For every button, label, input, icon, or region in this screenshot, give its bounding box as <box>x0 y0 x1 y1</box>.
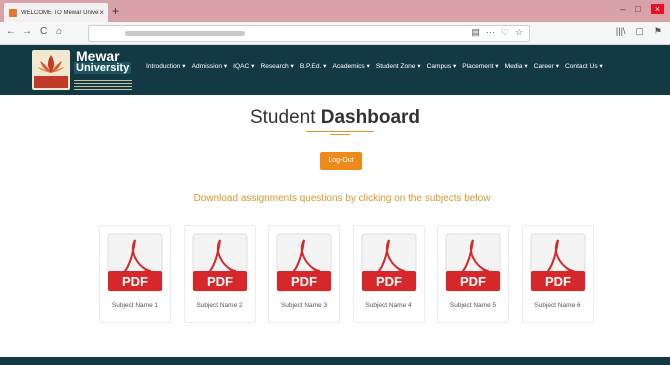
pdf-file-icon[interactable]: PDF <box>107 233 163 292</box>
tab-close-icon[interactable]: × <box>99 8 104 17</box>
close-window-button[interactable]: × <box>650 4 664 14</box>
maximize-button[interactable]: □ <box>635 4 640 14</box>
instruction-text: Download assignments questions by clicki… <box>193 193 491 204</box>
site-header: Mewar University Introduction ▾ Admissio… <box>0 45 670 95</box>
pdf-badge-text: PDF <box>122 274 148 289</box>
menu-research[interactable]: Research ▾ <box>260 62 293 70</box>
pdf-badge-text: PDF <box>545 274 571 289</box>
title-bold: Dashboard <box>320 107 421 128</box>
subject-card-2[interactable]: PDF Subject Name 2 <box>183 225 256 323</box>
menu-admission[interactable]: Admission ▾ <box>192 62 228 70</box>
menu-iqac[interactable]: IQAC ▾ <box>233 62 254 70</box>
subject-list: PDF Subject Name 1 PDF Subject Name 2 PD… <box>99 225 606 323</box>
pdf-badge-text: PDF <box>207 274 233 289</box>
menu-bped[interactable]: B.P.Ed. ▾ <box>300 62 327 70</box>
menu-media[interactable]: Media ▾ <box>505 62 528 70</box>
title-underline <box>306 131 374 132</box>
back-button[interactable]: ← <box>6 26 16 37</box>
url-actions: ▤ ··· ♡ ☆ <box>471 27 523 38</box>
new-tab-button[interactable]: + <box>112 3 119 19</box>
lotus-emblem-icon <box>37 55 65 73</box>
sidebar-icon[interactable]: ▢ <box>635 26 644 37</box>
home-button[interactable]: ⌂ <box>56 26 62 37</box>
browser-nav-bar: ← → C ⌂ ▤ ··· ♡ ☆ |||\ ▢ ⚑ <box>0 22 670 45</box>
logo-emblem <box>32 50 70 90</box>
title-light: Student <box>249 107 321 128</box>
toolbar-right: |||\ ▢ ⚑ <box>616 26 662 37</box>
address-bar[interactable]: ▤ ··· ♡ ☆ <box>88 25 530 42</box>
site-footer <box>0 357 670 365</box>
window-controls: – □ × <box>620 4 664 14</box>
main-menu: Introduction ▾ Admission ▾ IQAC ▾ Resear… <box>146 62 609 70</box>
menu-academics[interactable]: Academics ▾ <box>332 62 369 70</box>
browser-tab[interactable]: WELCOME TO Mewar Univers × <box>4 3 108 22</box>
pdf-file-icon[interactable]: PDF <box>276 233 332 292</box>
menu-placement[interactable]: Placement ▾ <box>462 62 498 70</box>
subject-name: Subject Name 4 <box>365 302 412 309</box>
subject-name: Subject Name 6 <box>534 302 581 309</box>
subject-name: Subject Name 2 <box>196 302 243 309</box>
subject-name: Subject Name 5 <box>449 302 497 309</box>
menu-student-zone[interactable]: Student Zone ▾ <box>376 62 421 70</box>
subject-card-3[interactable]: PDF Subject Name 3 <box>268 225 340 323</box>
reader-icon[interactable]: ▤ <box>471 27 480 38</box>
reload-button[interactable]: C <box>40 26 47 37</box>
more-icon[interactable]: ··· <box>486 27 495 38</box>
logo-ribbon <box>34 76 68 88</box>
browser-tab-bar: WELCOME TO Mewar Univers × + – □ × <box>0 0 670 22</box>
subject-card-1[interactable]: PDF Subject Name 1 <box>99 225 171 323</box>
bookmark-star-icon[interactable]: ☆ <box>515 27 523 38</box>
subject-name: Subject Name 1 <box>111 302 159 309</box>
menu-career[interactable]: Career ▾ <box>534 62 559 70</box>
subject-card-6[interactable]: PDF Subject Name 6 <box>521 225 594 323</box>
pocket-icon[interactable]: ♡ <box>501 27 509 38</box>
pdf-file-icon[interactable]: PDF <box>361 233 417 292</box>
pdf-file-icon[interactable]: PDF <box>445 233 501 292</box>
logo-subtext <box>74 78 132 90</box>
menu-campus[interactable]: Campus ▾ <box>427 62 457 70</box>
subject-name: Subject Name 3 <box>280 302 328 309</box>
subject-card-5[interactable]: PDF Subject Name 5 <box>437 225 509 323</box>
tab-title: WELCOME TO Mewar Univers <box>21 9 100 16</box>
menu-introduction[interactable]: Introduction ▾ <box>146 62 186 70</box>
pdf-badge-text: PDF <box>376 274 402 289</box>
blurred-url <box>125 31 245 36</box>
pdf-badge-text: PDF <box>460 274 486 289</box>
forward-button[interactable]: → <box>22 26 32 37</box>
pdf-badge-text: PDF <box>291 274 317 289</box>
logo-name-line2: University <box>74 62 132 74</box>
title-underline-accent <box>330 134 350 135</box>
subject-card-4[interactable]: PDF Subject Name 4 <box>352 225 425 323</box>
favicon-icon <box>9 8 17 17</box>
minimize-button[interactable]: – <box>620 4 625 14</box>
menu-contact-us[interactable]: Contact Us ▾ <box>565 62 603 70</box>
pdf-file-icon[interactable]: PDF <box>530 233 586 292</box>
logout-button[interactable]: Log-Out <box>320 152 362 170</box>
page-title: Student Dashboard <box>0 107 670 129</box>
library-icon[interactable]: |||\ <box>616 26 626 37</box>
extension-icon[interactable]: ⚑ <box>654 26 662 37</box>
pdf-file-icon[interactable]: PDF <box>192 233 248 292</box>
university-logo[interactable]: Mewar University <box>32 48 132 90</box>
